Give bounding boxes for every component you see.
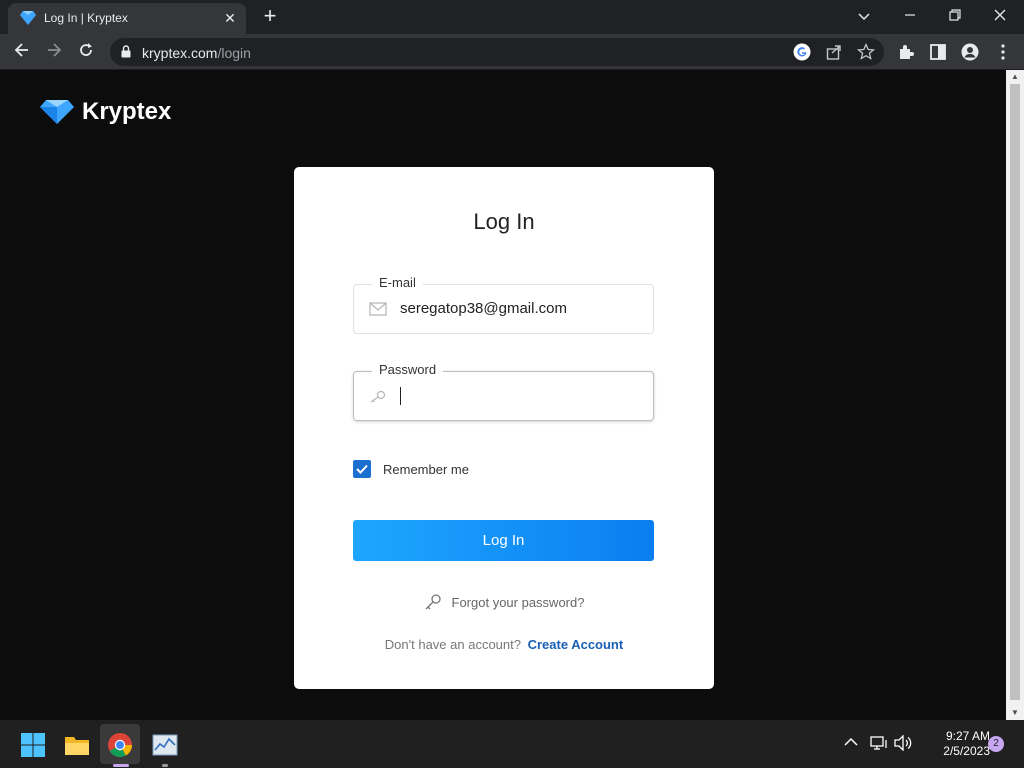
- checkmark-icon: [356, 464, 368, 474]
- url-path: /login: [217, 45, 251, 61]
- bookmark-star-icon[interactable]: [857, 43, 875, 61]
- chrome-running-indicator: [113, 764, 129, 767]
- url-domain: kryptex.com: [142, 45, 218, 61]
- network-icon[interactable]: [870, 735, 888, 751]
- browser-tabbar: Log In | Kryptex ✕ +: [0, 0, 1024, 34]
- key-icon: [425, 594, 441, 610]
- text-cursor: [400, 387, 401, 405]
- task-manager-running-indicator: [162, 764, 168, 767]
- back-icon[interactable]: [10, 40, 34, 64]
- create-account-link[interactable]: Create Account: [528, 637, 624, 652]
- remember-me-label[interactable]: Remember me: [383, 462, 469, 477]
- email-value: seregatop38@gmail.com: [400, 300, 567, 317]
- lock-icon: [121, 45, 131, 58]
- tab-title: Log In | Kryptex: [44, 11, 128, 25]
- page-scrollbar[interactable]: ▲ ▼: [1006, 70, 1024, 720]
- login-card: Log In E-mail seregatop38@gmail.com Pass…: [294, 167, 714, 689]
- browser-tab[interactable]: Log In | Kryptex ✕: [8, 3, 246, 34]
- windows-start-icon[interactable]: [20, 732, 46, 758]
- forgot-password-link-wrap[interactable]: Forgot your password?: [424, 593, 585, 611]
- tab-search-icon[interactable]: [850, 4, 878, 28]
- clock-time: 9:27 AM: [945, 729, 990, 743]
- remember-me-checkbox[interactable]: [353, 460, 371, 478]
- minimize-icon[interactable]: [896, 4, 924, 28]
- windows-taskbar: 9:27 AM 2/5/2023: [0, 720, 1024, 768]
- side-panel-icon[interactable]: [929, 43, 947, 61]
- extensions-icon[interactable]: [897, 43, 915, 61]
- url-text: kryptex.com/login: [142, 45, 251, 61]
- login-button[interactable]: Log In: [353, 520, 654, 561]
- email-field[interactable]: E-mail seregatop38@gmail.com: [353, 275, 654, 334]
- address-bar[interactable]: kryptex.com/login: [110, 38, 884, 66]
- forgot-password-row: Forgot your password?: [294, 593, 714, 614]
- notification-badge[interactable]: 2: [988, 736, 1004, 752]
- system-clock[interactable]: 9:27 AM 2/5/2023: [918, 729, 990, 759]
- chevron-up-icon[interactable]: [844, 737, 858, 747]
- close-window-icon[interactable]: [986, 4, 1014, 28]
- forward-icon[interactable]: [42, 40, 66, 64]
- kryptex-favicon-icon: [20, 11, 36, 25]
- browser-toolbar: kryptex.com/login: [0, 34, 1024, 70]
- logo-text: Kryptex: [82, 98, 172, 125]
- new-tab-button[interactable]: +: [258, 5, 282, 29]
- volume-icon[interactable]: [894, 735, 912, 751]
- password-field[interactable]: Password: [353, 362, 654, 421]
- profile-icon[interactable]: [961, 43, 979, 61]
- task-manager-icon[interactable]: [152, 732, 178, 758]
- scroll-down-icon[interactable]: ▼: [1006, 706, 1024, 720]
- scroll-up-icon[interactable]: ▲: [1006, 70, 1024, 84]
- menu-dots-icon[interactable]: [994, 43, 1012, 61]
- page-title: Log In: [473, 209, 535, 234]
- reload-icon[interactable]: [74, 40, 98, 64]
- scroll-thumb[interactable]: [1010, 84, 1020, 700]
- clock-date: 2/5/2023: [943, 744, 990, 758]
- signup-prompt: Don't have an account?: [384, 637, 521, 652]
- diamond-logo-icon: [40, 100, 74, 124]
- google-icon[interactable]: [793, 43, 811, 61]
- password-label: Password: [372, 362, 444, 377]
- page-content: Kryptex Log In E-mail seregatop38@gmail.…: [0, 70, 1006, 720]
- envelope-icon: [369, 302, 387, 316]
- email-label: E-mail: [372, 275, 423, 290]
- share-icon[interactable]: [825, 43, 843, 61]
- restore-icon[interactable]: [941, 4, 969, 28]
- forgot-password-link[interactable]: Forgot your password?: [452, 595, 585, 610]
- key-icon: [370, 390, 386, 403]
- tab-close-icon[interactable]: ✕: [220, 8, 240, 28]
- signup-row: Don't have an account? Create Account: [294, 637, 714, 652]
- file-explorer-icon[interactable]: [64, 732, 90, 758]
- chrome-icon[interactable]: [107, 732, 133, 758]
